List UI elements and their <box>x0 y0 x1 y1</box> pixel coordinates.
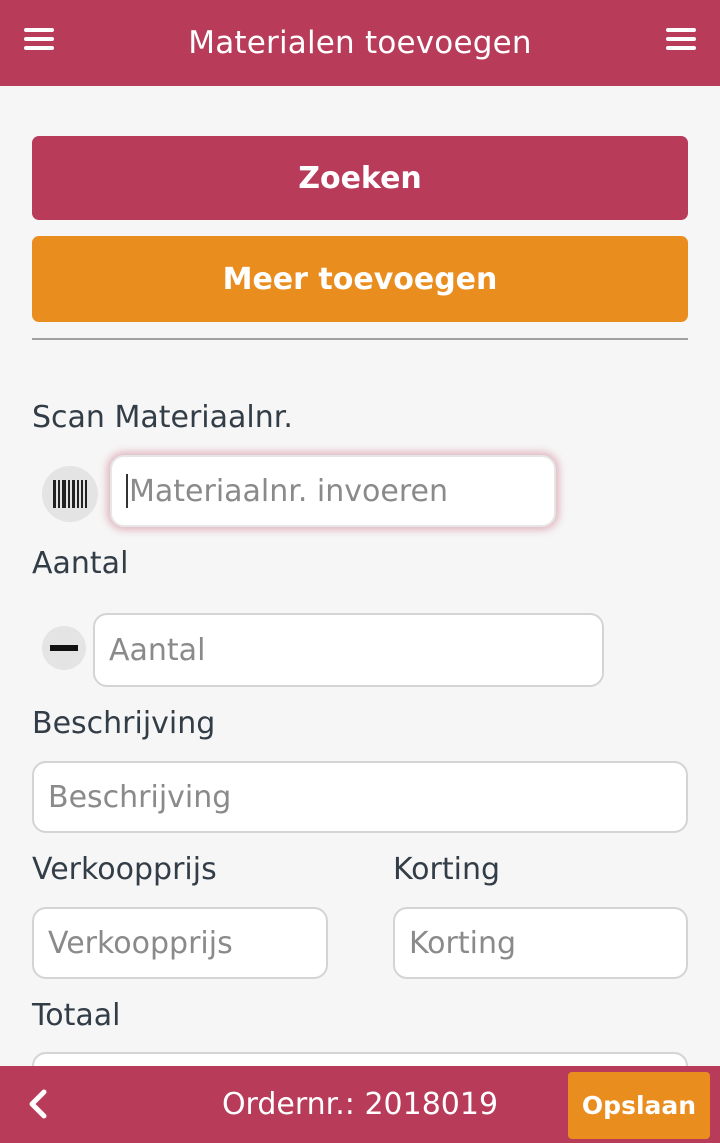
material-number-input[interactable]: Materiaalnr. invoeren <box>110 455 556 527</box>
quantity-placeholder: Aantal <box>109 632 206 668</box>
price-label: Verkoopprijs <box>32 852 217 887</box>
price-input[interactable]: Verkoopprijs <box>32 907 328 979</box>
material-number-placeholder: Materiaalnr. invoeren <box>129 473 448 509</box>
total-label: Totaal <box>32 998 121 1033</box>
search-button[interactable]: Zoeken <box>32 136 688 220</box>
description-placeholder: Beschrijving <box>48 779 232 815</box>
chevron-left-icon[interactable] <box>24 1088 52 1120</box>
text-caret <box>126 474 128 508</box>
page-title: Materialen toevoegen <box>188 25 532 61</box>
add-more-button[interactable]: Meer toevoegen <box>32 236 688 322</box>
discount-placeholder: Korting <box>409 925 517 961</box>
description-label: Beschrijving <box>32 706 216 741</box>
app-header: Materialen toevoegen <box>0 0 720 86</box>
scan-material-label: Scan Materiaalnr. <box>32 400 293 435</box>
hamburger-menu-icon[interactable] <box>666 28 696 50</box>
quantity-input[interactable]: Aantal <box>93 613 604 687</box>
barcode-icon[interactable] <box>42 466 98 522</box>
discount-input[interactable]: Korting <box>393 907 688 979</box>
order-number: Ordernr.: 2018019 <box>221 1087 499 1122</box>
price-placeholder: Verkoopprijs <box>48 925 233 961</box>
footer-bar: Ordernr.: 2018019 Opslaan <box>0 1066 720 1143</box>
minus-icon[interactable] <box>42 626 86 670</box>
description-input[interactable]: Beschrijving <box>32 761 688 833</box>
hamburger-menu-icon[interactable] <box>24 28 54 50</box>
quantity-label: Aantal <box>32 546 129 581</box>
save-button[interactable]: Opslaan <box>568 1072 710 1139</box>
discount-label: Korting <box>393 852 501 887</box>
divider <box>32 338 688 340</box>
